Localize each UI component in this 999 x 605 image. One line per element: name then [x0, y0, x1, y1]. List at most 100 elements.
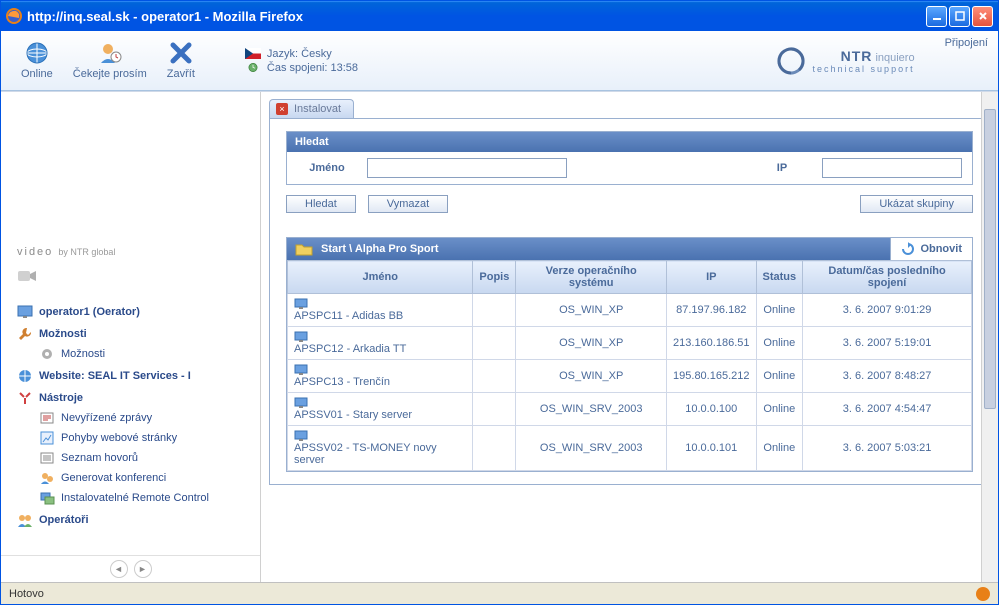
cell-ip: 87.197.96.182 [667, 294, 756, 327]
cell-last: 3. 6. 2007 4:54:47 [803, 393, 972, 426]
sidebar-scroll: ◄ ► [1, 555, 260, 582]
sidebar-tool-item[interactable]: Seznam hovorů [29, 448, 254, 468]
scroll-thumb[interactable] [984, 109, 996, 409]
sidebar-options-sub[interactable]: Možnosti [29, 344, 254, 364]
col-name[interactable]: Jméno [288, 261, 473, 294]
tab-instalovat[interactable]: × Instalovat [269, 99, 354, 118]
pc-icon [294, 397, 308, 409]
cell-name: APSSV01 - Stary server [288, 393, 473, 426]
sidebar-operator[interactable]: operator1 (Oerator) [7, 302, 254, 322]
ntr-logo-icon [777, 47, 805, 75]
scroll-right-button[interactable]: ► [134, 560, 152, 578]
lang-value: Česky [301, 48, 332, 60]
user-clock-icon [98, 41, 122, 65]
search-ip-label: IP [752, 162, 812, 174]
col-os[interactable]: Verze operačního systému [516, 261, 667, 294]
online-button[interactable]: Online [11, 37, 63, 84]
clear-button[interactable]: Vymazat [368, 195, 448, 213]
col-desc[interactable]: Popis [473, 261, 516, 294]
options-label: Možnosti [39, 328, 87, 340]
titlebar: http://inq.seal.sk - operator1 - Mozilla… [1, 1, 998, 31]
tab-close-icon[interactable]: × [276, 103, 288, 115]
wait-button[interactable]: Čekejte prosím [63, 37, 157, 84]
users-icon [17, 512, 33, 528]
x-icon [169, 41, 193, 65]
cell-os: OS_WIN_XP [516, 327, 667, 360]
firefox-status-icon [976, 587, 990, 601]
video-brand: video by NTR global [1, 242, 260, 262]
search-button[interactable]: Hledat [286, 195, 356, 213]
nav-tree: operator1 (Oerator) Možnosti Možnosti We… [1, 290, 260, 540]
cell-name: APSPC13 - Trenčín [288, 360, 473, 393]
close-tool-label: Zavřít [167, 68, 195, 80]
sidebar-tool-item[interactable]: Nevyřízené zprávy [29, 408, 254, 428]
cell-status: Online [756, 426, 803, 471]
tab-label: Instalovat [294, 103, 341, 115]
tools-icon [17, 390, 33, 406]
tab-strip: × Instalovat [261, 92, 998, 118]
grid-header-row: Jméno Popis Verze operačního systému IP … [288, 261, 972, 294]
status-text: Hotovo [9, 588, 44, 600]
search-name-label: Jméno [297, 162, 357, 174]
search-title: Hledat [287, 132, 972, 152]
sidebar-options[interactable]: Možnosti [7, 324, 254, 344]
cell-last: 3. 6. 2007 9:01:29 [803, 294, 972, 327]
grid-path: Start \ Alpha Pro Sport [321, 243, 439, 255]
col-status[interactable]: Status [756, 261, 803, 294]
pc-icon [294, 430, 308, 442]
statusbar: Hotovo [1, 582, 998, 604]
sidebar-tool-item[interactable]: Pohyby webové stránky [29, 428, 254, 448]
tool-item-icon [39, 450, 55, 466]
table-row[interactable]: APSPC13 - TrenčínOS_WIN_XP195.80.165.212… [288, 360, 972, 393]
col-last[interactable]: Datum/čas posledního spojení [803, 261, 972, 294]
toolbar: Online Čekejte prosím Zavřít Jazyk: Česk… [1, 31, 998, 91]
tools-label: Nástroje [39, 392, 83, 404]
sidebar-operators[interactable]: Operátoři [7, 510, 254, 530]
cell-desc [473, 294, 516, 327]
refresh-button[interactable]: Obnovit [890, 238, 972, 260]
operators-label: Operátoři [39, 514, 89, 526]
search-name-input[interactable] [367, 158, 567, 178]
cell-desc [473, 393, 516, 426]
main-scrollbar[interactable] [981, 92, 998, 582]
sidebar-tool-item[interactable]: Instalovatelné Remote Control [29, 488, 254, 508]
close-button[interactable] [972, 6, 993, 27]
close-tool-button[interactable]: Zavřít [157, 37, 205, 84]
scroll-left-button[interactable]: ◄ [110, 560, 128, 578]
table-row[interactable]: APSSV02 - TS-MONEY novy serverOS_WIN_SRV… [288, 426, 972, 471]
wait-label: Čekejte prosím [73, 68, 147, 80]
camera-icon [17, 268, 37, 284]
table-row[interactable]: APSPC12 - Arkadia TTOS_WIN_XP213.160.186… [288, 327, 972, 360]
options-sub-label: Možnosti [61, 348, 105, 360]
tool-item-label: Pohyby webové stránky [61, 432, 177, 444]
minimize-button[interactable] [926, 6, 947, 27]
logo-sub2: technical support [813, 64, 915, 74]
connection-status: Připojení [945, 37, 988, 49]
sidebar: video by NTR global operator1 (Oerator) … [1, 92, 261, 582]
col-ip[interactable]: IP [667, 261, 756, 294]
maximize-button[interactable] [949, 6, 970, 27]
tool-item-label: Nevyřízené zprávy [61, 412, 152, 424]
online-label: Online [21, 68, 53, 80]
cell-status: Online [756, 360, 803, 393]
flag-czech-icon [245, 48, 261, 59]
sidebar-tools[interactable]: Nástroje [7, 388, 254, 408]
cell-ip: 195.80.165.212 [667, 360, 756, 393]
window-controls [926, 6, 993, 27]
tool-item-icon [39, 470, 55, 486]
cell-desc [473, 327, 516, 360]
logo-sub1: inquiero [875, 52, 914, 64]
show-groups-button[interactable]: Ukázat skupiny [860, 195, 973, 213]
time-label: Čas spojeni: [267, 62, 328, 74]
sidebar-tool-item[interactable]: Generovat konferenci [29, 468, 254, 488]
sidebar-website[interactable]: Website: SEAL IT Services - I [7, 366, 254, 386]
cell-ip: 213.160.186.51 [667, 327, 756, 360]
gear-icon [39, 346, 55, 362]
cell-last: 3. 6. 2007 5:19:01 [803, 327, 972, 360]
grid-table: Jméno Popis Verze operačního systému IP … [287, 260, 972, 471]
table-row[interactable]: APSPC11 - Adidas BBOS_WIN_XP87.197.96.18… [288, 294, 972, 327]
table-row[interactable]: APSSV01 - Stary serverOS_WIN_SRV_200310.… [288, 393, 972, 426]
search-ip-input[interactable] [822, 158, 962, 178]
cell-ip: 10.0.0.101 [667, 426, 756, 471]
wrench-icon [17, 326, 33, 342]
